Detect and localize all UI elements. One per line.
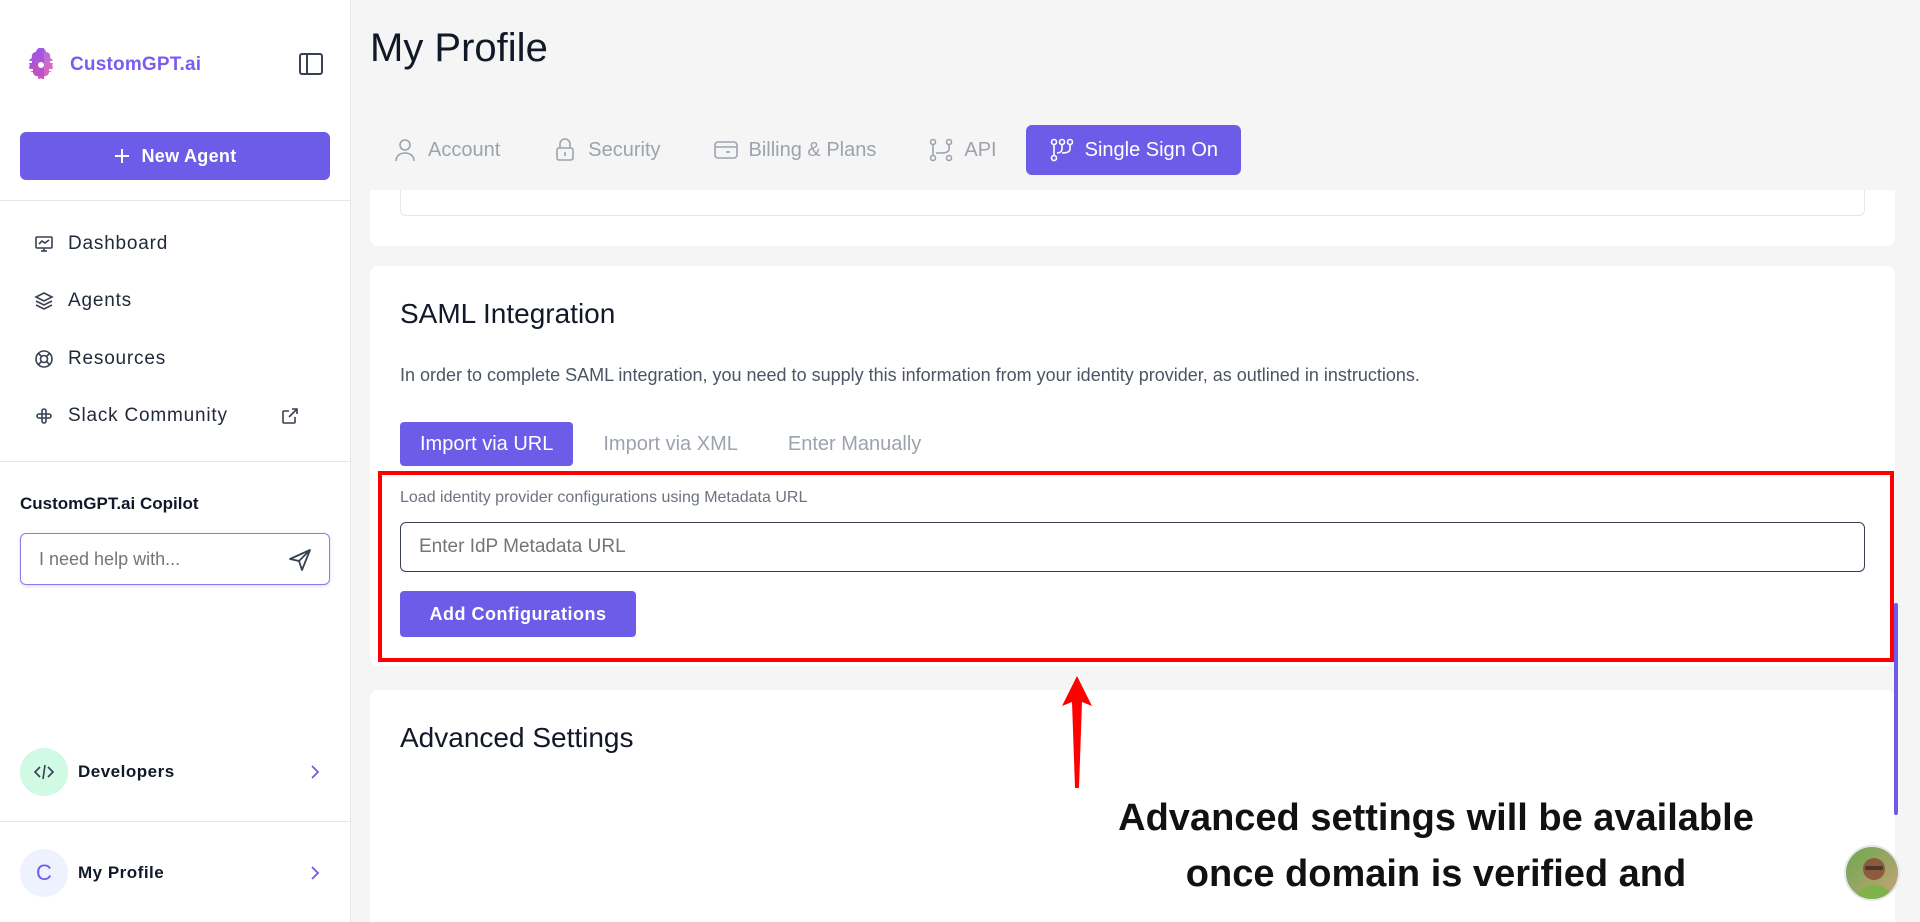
brand-name: CustomGPT.ai (70, 54, 202, 75)
tab-label: Billing & Plans (748, 138, 877, 161)
divider (0, 821, 351, 822)
copilot-title: CustomGPT.ai Copilot (20, 494, 199, 513)
monitor-icon (35, 236, 53, 252)
sidebar-item-resources[interactable]: Resources (34, 348, 166, 370)
annotation-text: Advanced settings will be available once… (1070, 790, 1802, 902)
tab-billing[interactable]: Billing & Plans (690, 125, 900, 175)
copilot-box (20, 533, 330, 585)
layers-icon (34, 292, 54, 310)
sidebar-item-label: Resources (68, 348, 167, 369)
tab-label: Security (588, 138, 661, 161)
previous-card-field (400, 190, 1865, 216)
my-profile-label: My Profile (78, 863, 165, 882)
tab-label: Single Sign On (1084, 138, 1219, 161)
my-profile-item[interactable]: C My Profile (20, 849, 330, 897)
api-icon (930, 138, 953, 162)
tab-enter-manually[interactable]: Enter Manually (768, 422, 941, 466)
annotation-line: Advanced settings will be available (1118, 797, 1754, 839)
chevron-right-icon (311, 866, 320, 880)
tab-account[interactable]: Account (370, 125, 523, 175)
code-icon (20, 748, 68, 796)
developers-label: Developers (78, 762, 175, 781)
avatar: C (20, 849, 68, 897)
chevron-right-icon (311, 765, 320, 779)
tab-single-sign-on[interactable]: Single Sign On (1025, 125, 1242, 175)
tab-security[interactable]: Security (529, 125, 683, 175)
credit-card-icon (713, 141, 738, 159)
saml-description: In order to complete SAML integration, y… (400, 365, 1420, 385)
annotation-arrow-icon (1062, 676, 1092, 788)
sidebar-item-label: Dashboard (68, 233, 169, 254)
user-icon (395, 139, 415, 162)
support-chat-avatar[interactable] (1844, 845, 1900, 901)
tab-api[interactable]: API (905, 125, 1019, 175)
new-agent-label: New Agent (141, 145, 237, 166)
brain-logo-icon (26, 48, 56, 79)
slack-icon (36, 408, 52, 424)
page-title: My Profile (370, 26, 548, 70)
brand-logo[interactable]: CustomGPT.ai (20, 44, 201, 86)
saml-title: SAML Integration (400, 298, 616, 329)
sidebar-item-label: Slack Community (68, 405, 228, 426)
divider (0, 200, 351, 201)
annotation-highlight-box (378, 471, 1894, 662)
sidebar-item-slack-community[interactable]: Slack Community (34, 405, 228, 427)
sidebar-item-agents[interactable]: Agents (34, 290, 132, 312)
sidebar-toggle-icon[interactable] (298, 52, 324, 76)
new-agent-button[interactable]: New Agent (20, 132, 330, 180)
external-link-icon[interactable] (280, 406, 300, 426)
advanced-settings-title: Advanced Settings (400, 722, 634, 753)
developers-item[interactable]: Developers (20, 748, 330, 796)
tab-label: Account (428, 138, 501, 161)
divider (0, 461, 351, 462)
tab-label: API (964, 138, 997, 161)
tab-import-via-url[interactable]: Import via URL (400, 422, 574, 466)
previous-card (370, 190, 1895, 246)
sidebar: CustomGPT.ai New Agent Dashboard Agents … (0, 0, 351, 922)
scrollbar[interactable] (1894, 603, 1898, 815)
tab-import-via-xml[interactable]: Import via XML (583, 422, 757, 466)
sso-icon (1050, 138, 1073, 162)
sidebar-item-label: Agents (68, 290, 132, 311)
plus-icon (115, 149, 130, 163)
send-icon[interactable] (287, 547, 313, 573)
saml-import-tabs: Import via URL Import via XML Enter Manu… (400, 422, 951, 466)
copilot-input[interactable] (39, 548, 269, 570)
lock-icon (556, 138, 575, 161)
advanced-settings-card: Advanced Settings Advanced settings will… (370, 690, 1895, 922)
annotation-line: once domain is verified and (1185, 853, 1687, 895)
lifebuoy-icon (35, 350, 53, 368)
sidebar-item-dashboard[interactable]: Dashboard (34, 233, 168, 255)
profile-tabs: Account Security Billing & Plans API Sin… (370, 125, 1247, 175)
